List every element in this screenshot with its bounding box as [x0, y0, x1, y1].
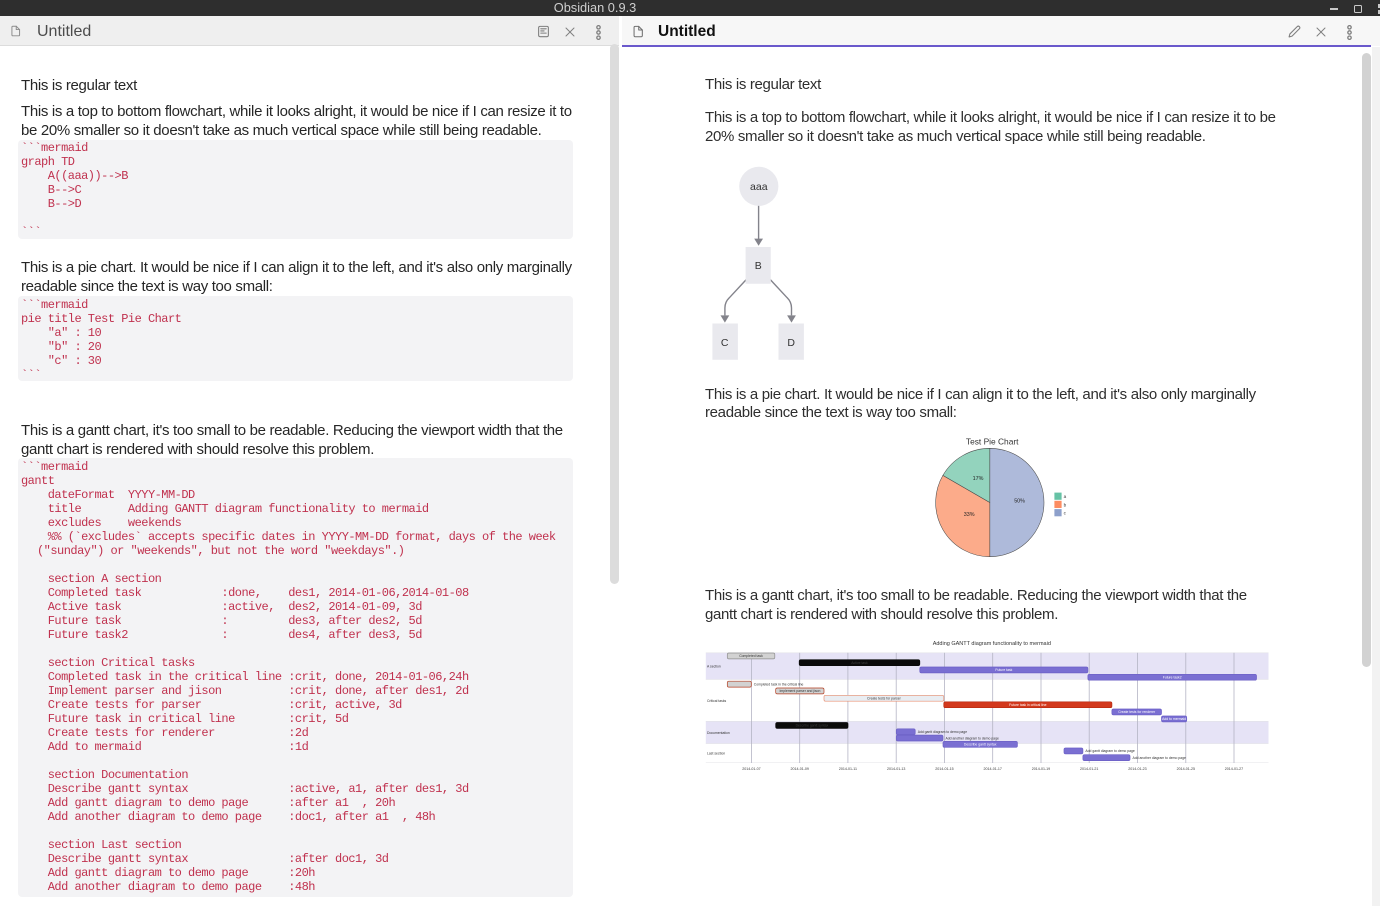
svg-text:C: C [721, 337, 729, 349]
svg-text:Last section: Last section [707, 752, 725, 756]
svg-text:Completed task: Completed task [739, 654, 763, 658]
svg-text:Create tests for parser: Create tests for parser [867, 697, 902, 701]
svg-text:2014-01-13: 2014-01-13 [887, 767, 905, 771]
svg-text:50%: 50% [1014, 499, 1025, 505]
svg-text:aaa: aaa [750, 181, 768, 193]
svg-text:33%: 33% [964, 512, 975, 518]
svg-text:2014-01-27: 2014-01-27 [1225, 767, 1243, 771]
svg-text:Active task: Active task [851, 661, 868, 665]
svg-text:D: D [787, 337, 795, 349]
svg-text:Documentation: Documentation [707, 731, 730, 735]
svg-text:b: b [1064, 502, 1067, 507]
svg-text:2014-01-21: 2014-01-21 [1080, 767, 1098, 771]
svg-text:2014-01-07: 2014-01-07 [742, 767, 760, 771]
svg-text:B: B [755, 260, 762, 272]
svg-text:Future task2: Future task2 [1163, 676, 1182, 680]
svg-text:Adding GANTT diagram functiona: Adding GANTT diagram functionality to me… [933, 641, 1051, 647]
svg-text:2014-01-15: 2014-01-15 [935, 767, 953, 771]
svg-text:Add to mermaid: Add to mermaid [1162, 717, 1186, 721]
svg-text:Add gantt diagram to demo page: Add gantt diagram to demo page [1085, 749, 1135, 753]
svg-text:Critical tasks: Critical tasks [707, 699, 727, 703]
svg-text:2014-01-09: 2014-01-09 [791, 767, 809, 771]
svg-text:Add gantt diagram to demo page: Add gantt diagram to demo page [918, 730, 968, 734]
svg-text:Create tests for renderer: Create tests for renderer [1118, 710, 1156, 714]
svg-text:Describe gantt syntax: Describe gantt syntax [964, 743, 997, 747]
svg-text:Implement parser and jison: Implement parser and jison [779, 689, 820, 693]
svg-text:Add another diagram to demo pa: Add another diagram to demo page [1133, 756, 1186, 760]
svg-text:Completed task in the critical: Completed task in the critical line [754, 682, 804, 686]
svg-text:2014-01-11: 2014-01-11 [839, 767, 857, 771]
svg-text:2014-01-19: 2014-01-19 [1032, 767, 1050, 771]
svg-text:Future task: Future task [995, 668, 1012, 672]
svg-text:Add another diagram to demo pa: Add another diagram to demo page [946, 736, 999, 740]
svg-text:Future task in critical line: Future task in critical line [1009, 703, 1046, 707]
svg-text:17%: 17% [973, 476, 984, 482]
svg-text:c: c [1064, 511, 1067, 516]
svg-text:2014-01-17: 2014-01-17 [984, 767, 1002, 771]
svg-text:Describe gantt syntax: Describe gantt syntax [796, 724, 829, 728]
svg-text:A section: A section [707, 665, 721, 669]
svg-text:Test Pie Chart: Test Pie Chart [966, 437, 1019, 447]
svg-text:2014-01-23: 2014-01-23 [1128, 767, 1146, 771]
svg-text:a: a [1064, 494, 1067, 499]
svg-text:2014-01-25: 2014-01-25 [1177, 767, 1195, 771]
